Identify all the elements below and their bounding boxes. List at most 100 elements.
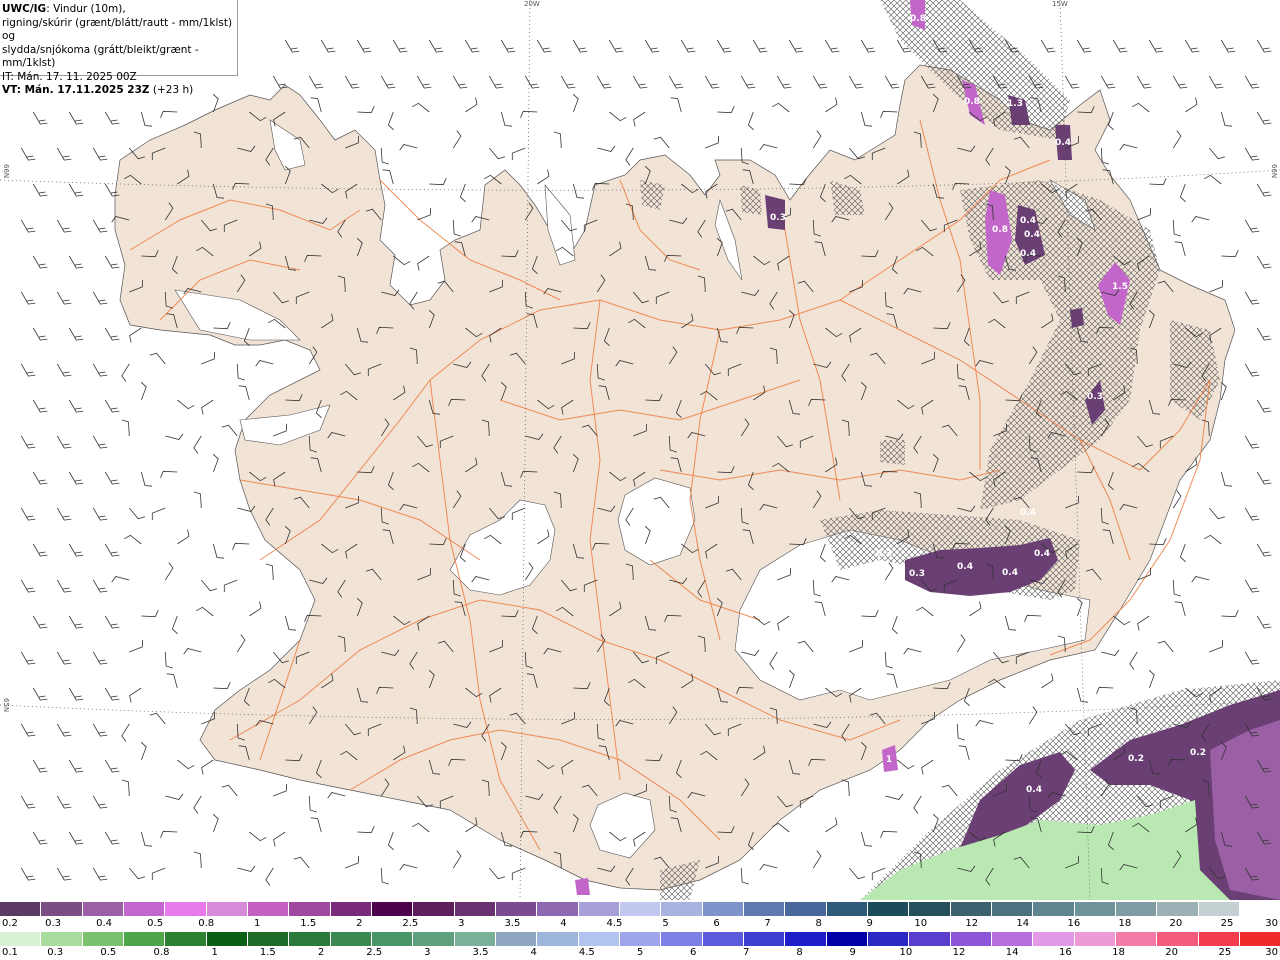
rain-colour-bar xyxy=(0,932,1280,946)
legend-swatch xyxy=(330,902,372,916)
legend-label: 9 xyxy=(866,918,873,929)
precip-label: 0.8 xyxy=(992,225,1008,235)
precip-label: 1.3 xyxy=(1007,99,1023,109)
weather-map: 0.8 0.8 1.3 0.4 0.3 0.8 0.4 0.4 0.4 1.5 … xyxy=(0,0,1280,900)
legend-swatch xyxy=(247,902,290,916)
legend-label: 0.3 xyxy=(47,947,64,958)
precip-label: 0.3 xyxy=(1087,392,1103,402)
legend-swatch xyxy=(950,932,992,946)
precip-label: 0.2 xyxy=(1128,754,1144,764)
legend-label: 30 xyxy=(1265,918,1278,929)
legend-label: 5 xyxy=(662,918,669,929)
precip-label: 0.3 xyxy=(876,549,892,559)
legend-label: 14 xyxy=(1016,918,1030,929)
legend-swatch xyxy=(619,932,662,946)
legend-label: 0.8 xyxy=(198,918,215,929)
legend-swatch xyxy=(950,902,992,916)
legend-label: 1 xyxy=(254,918,261,929)
legend-label: 0.4 xyxy=(96,918,113,929)
legend-swatch xyxy=(1115,902,1158,916)
legend-swatch xyxy=(1074,932,1116,946)
legend-swatch xyxy=(82,902,124,916)
legend-swatch xyxy=(41,932,83,946)
legend-swatch xyxy=(123,902,166,916)
precip-label: 0.4 xyxy=(957,562,973,572)
legend-swatch xyxy=(991,902,1034,916)
snow-colour-bar xyxy=(0,902,1280,916)
legend-swatch xyxy=(743,902,786,916)
legend-swatch xyxy=(1239,902,1280,916)
legend-label: 0.2 xyxy=(2,918,18,929)
snow-scale-labels: 0.2 0.3 0.4 0.5 0.8 1 1.5 2 2.5 3 3.5 4 4.5 5 6 7 8 9 10 12… xyxy=(0,918,1280,931)
legend-swatch xyxy=(206,902,248,916)
legend-label: 10 xyxy=(899,947,913,958)
legend-swatch xyxy=(537,932,579,946)
legend-swatch xyxy=(454,932,496,946)
legend-swatch xyxy=(413,902,455,916)
legend-swatch xyxy=(330,932,372,946)
legend-label: 10 xyxy=(914,918,928,929)
legend-swatch xyxy=(1074,902,1116,916)
legend-swatch xyxy=(82,932,124,946)
legend-label: 8 xyxy=(815,918,822,929)
legend-swatch xyxy=(991,932,1034,946)
precip-label: 0.3 xyxy=(770,213,786,223)
legend-swatch xyxy=(537,902,579,916)
title-desc-1: : Vindur (10m), xyxy=(46,3,126,15)
title-desc-3: slydda/snjókoma (grátt/bleikt/grænt - mm… xyxy=(2,43,199,70)
legend-label: 2.5 xyxy=(402,918,419,929)
legend-swatch xyxy=(619,902,662,916)
legend-label: 3.5 xyxy=(504,918,521,929)
legend-label: 4.5 xyxy=(606,918,623,929)
legend-swatch xyxy=(123,932,166,946)
legend-label: 14 xyxy=(1005,947,1019,958)
legend-swatch xyxy=(495,932,538,946)
legend-swatch xyxy=(826,932,868,946)
legend-label: 12 xyxy=(952,947,966,958)
legend-label: 1.5 xyxy=(300,918,317,929)
legend-swatch xyxy=(413,932,455,946)
product-name: UWC/IG xyxy=(2,3,47,15)
legend-swatch xyxy=(454,902,496,916)
legend-swatch xyxy=(41,902,83,916)
legend-label: 0.5 xyxy=(147,918,164,929)
legend-label: 0.1 xyxy=(2,947,18,958)
legend-label: 20 xyxy=(1165,947,1179,958)
title-desc-2: rigning/skúrir (grænt/blátt/rautt - mm/1… xyxy=(2,16,233,43)
legend-swatch xyxy=(743,932,786,946)
lat-label: 66N xyxy=(2,164,10,179)
legend-label: 25 xyxy=(1218,947,1232,958)
valid-time-line: VT: Mán. 17.11.2025 23Z (+23 h) xyxy=(2,84,235,98)
legend-label: 2.5 xyxy=(366,947,383,958)
precip-label: 1 xyxy=(886,755,892,765)
legend-swatch xyxy=(371,932,414,946)
legend-swatch xyxy=(206,932,248,946)
legend-label: 3 xyxy=(424,947,431,958)
legend-label: 7 xyxy=(764,918,771,929)
legend-swatch xyxy=(785,932,827,946)
legend-swatch xyxy=(661,932,703,946)
valid-time: VT: Mán. 17.11.2025 23Z xyxy=(2,84,150,96)
legend-label: 0.5 xyxy=(100,947,117,958)
lon-label: 15W xyxy=(1052,0,1068,8)
precip-label: 0.8 xyxy=(910,14,926,24)
precip-label: 0.4 xyxy=(1024,230,1040,240)
legend-swatch xyxy=(785,902,827,916)
legend-label: 8 xyxy=(796,947,803,958)
legend-swatch xyxy=(0,932,42,946)
legend-swatch xyxy=(165,902,207,916)
legend-label: 4 xyxy=(560,918,567,929)
legend-label: 3 xyxy=(458,918,465,929)
precip-label: 0.4 xyxy=(1020,216,1036,226)
legend-swatch xyxy=(1239,932,1280,946)
legend-swatch xyxy=(578,902,620,916)
legend-swatch xyxy=(1198,932,1240,946)
legend-swatch xyxy=(826,902,868,916)
legend-label: 1.5 xyxy=(259,947,276,958)
legend-label: 7 xyxy=(743,947,750,958)
map-title-box: UWC/IG: Vindur (10m), rigning/skúrir (gr… xyxy=(0,0,238,96)
legend-label: 20 xyxy=(1169,918,1183,929)
legend-label: 1 xyxy=(211,947,218,958)
legend-label: 2 xyxy=(356,918,363,929)
legend-swatch xyxy=(1033,932,1075,946)
